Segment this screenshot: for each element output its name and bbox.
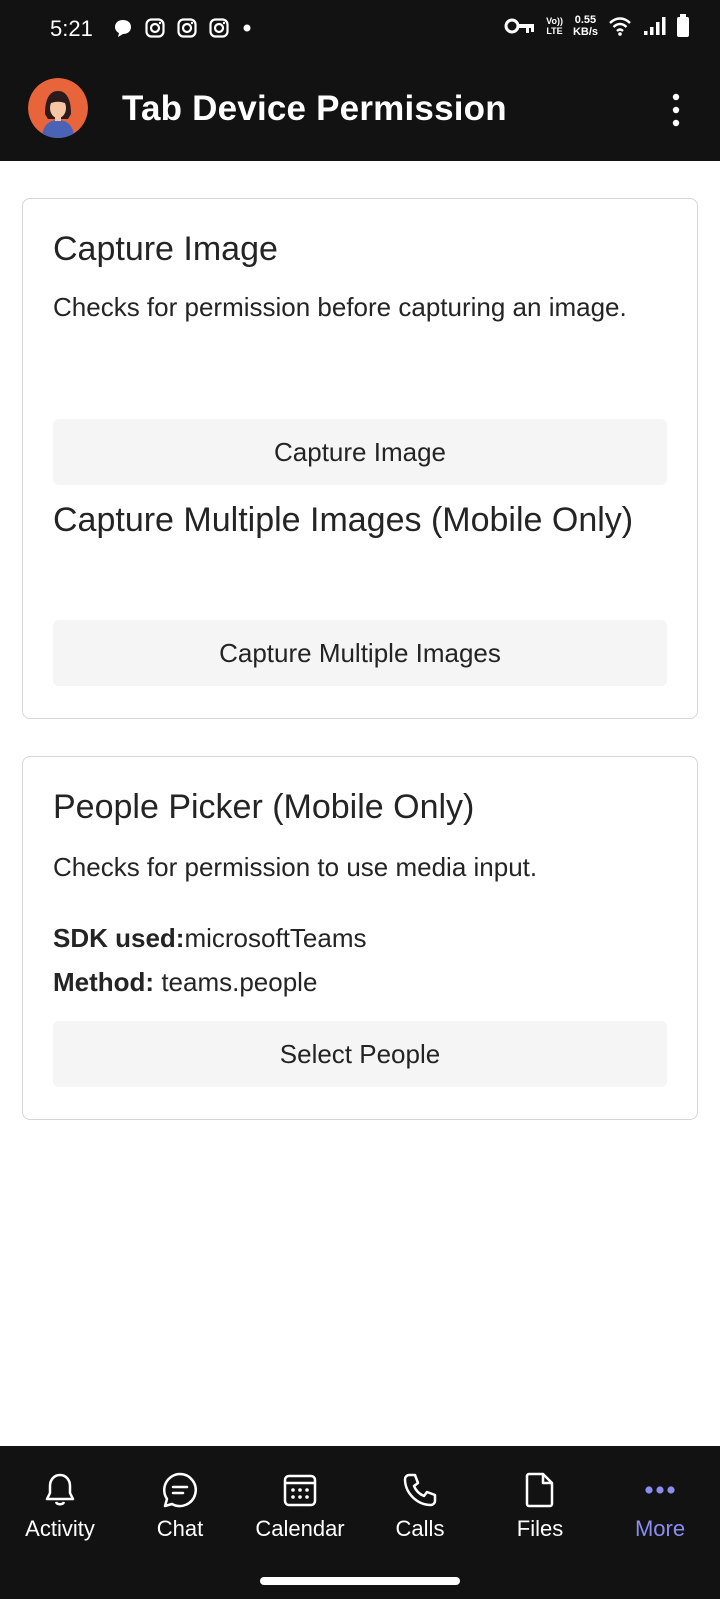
sdk-used-value: microsoftTeams <box>184 923 367 953</box>
nav-activity-label: Activity <box>25 1516 95 1541</box>
nav-calendar-label: Calendar <box>255 1516 345 1541</box>
nav-files[interactable]: Files <box>480 1470 600 1542</box>
nav-calls[interactable]: Calls <box>360 1470 480 1542</box>
nav-activity[interactable]: Activity <box>0 1470 120 1542</box>
capture-image-button[interactable]: Capture Image <box>53 419 667 485</box>
sdk-used-line: SDK used:microsoftTeams <box>53 923 367 954</box>
capture-image-description: Checks for permission before capturing a… <box>53 292 627 322</box>
avatar-image <box>28 78 88 138</box>
calendar-icon <box>283 1474 317 1507</box>
nav-chat-label: Chat <box>156 1516 204 1541</box>
volte-top-text: Vo)) <box>546 16 563 26</box>
notification-icons <box>112 17 254 39</box>
select-people-button[interactable]: Select People <box>53 1021 667 1087</box>
more-icon <box>645 1486 675 1494</box>
bell-icon <box>45 1473 75 1506</box>
method-label: Method: <box>53 967 155 997</box>
status-bar: 5:21 Vo)) LTE 0.55 KB/s <box>0 0 720 58</box>
phone-icon <box>403 1473 437 1507</box>
network-speed: 0.55 KB/s <box>573 14 598 38</box>
capture-multiple-images-title: Capture Multiple Images (Mobile Only) <box>53 501 634 539</box>
nav-calls-label: Calls <box>395 1516 445 1541</box>
instagram-icon <box>145 18 165 38</box>
signal-icon <box>644 17 666 35</box>
method-value: teams.people <box>154 967 318 997</box>
battery-icon <box>677 14 689 37</box>
app-bar: Tab Device Permission <box>0 58 720 161</box>
instagram-icon <box>177 18 197 38</box>
system-icons: Vo)) LTE 0.55 KB/s <box>504 14 690 38</box>
nav-chat[interactable]: Chat <box>120 1470 240 1542</box>
network-speed-value: 0.55 <box>574 14 597 26</box>
people-picker-description: Checks for permission to use media input… <box>53 852 538 882</box>
capture-multiple-images-button[interactable]: Capture Multiple Images <box>53 620 667 686</box>
nav-calendar[interactable]: Calendar <box>240 1470 360 1542</box>
vpn-key-icon <box>504 18 535 34</box>
chat-bubble-icon <box>115 20 131 37</box>
nav-more-label: More <box>634 1516 686 1541</box>
network-speed-unit: KB/s <box>572 26 598 38</box>
volte-icon: Vo)) LTE <box>546 16 563 36</box>
instagram-icon <box>209 18 229 38</box>
volte-bottom-text: LTE <box>546 26 563 36</box>
people-picker-card: People Picker (Mobile Only) Checks for p… <box>22 756 698 1120</box>
home-indicator[interactable] <box>260 1577 460 1585</box>
people-picker-title: People Picker (Mobile Only) <box>53 788 475 826</box>
chat-icon <box>162 1472 197 1508</box>
overflow-menu-button[interactable] <box>668 92 684 128</box>
status-time: 5:21 <box>50 16 93 41</box>
method-line: Method: teams.people <box>53 967 317 998</box>
dot-icon <box>243 24 251 32</box>
capture-image-title: Capture Image <box>53 230 278 268</box>
nav-more[interactable]: More <box>600 1470 720 1542</box>
sdk-used-label: SDK used: <box>53 923 185 953</box>
wifi-icon <box>609 17 631 36</box>
more-vertical-icon <box>672 93 680 127</box>
page-title: Tab Device Permission <box>122 89 507 128</box>
bottom-navigation: Activity Chat Calendar Calls Files More <box>0 1446 720 1599</box>
file-icon <box>525 1472 554 1508</box>
capture-image-card: Capture Image Checks for permission befo… <box>22 198 698 719</box>
nav-files-label: Files <box>516 1516 564 1541</box>
avatar[interactable] <box>28 78 88 138</box>
